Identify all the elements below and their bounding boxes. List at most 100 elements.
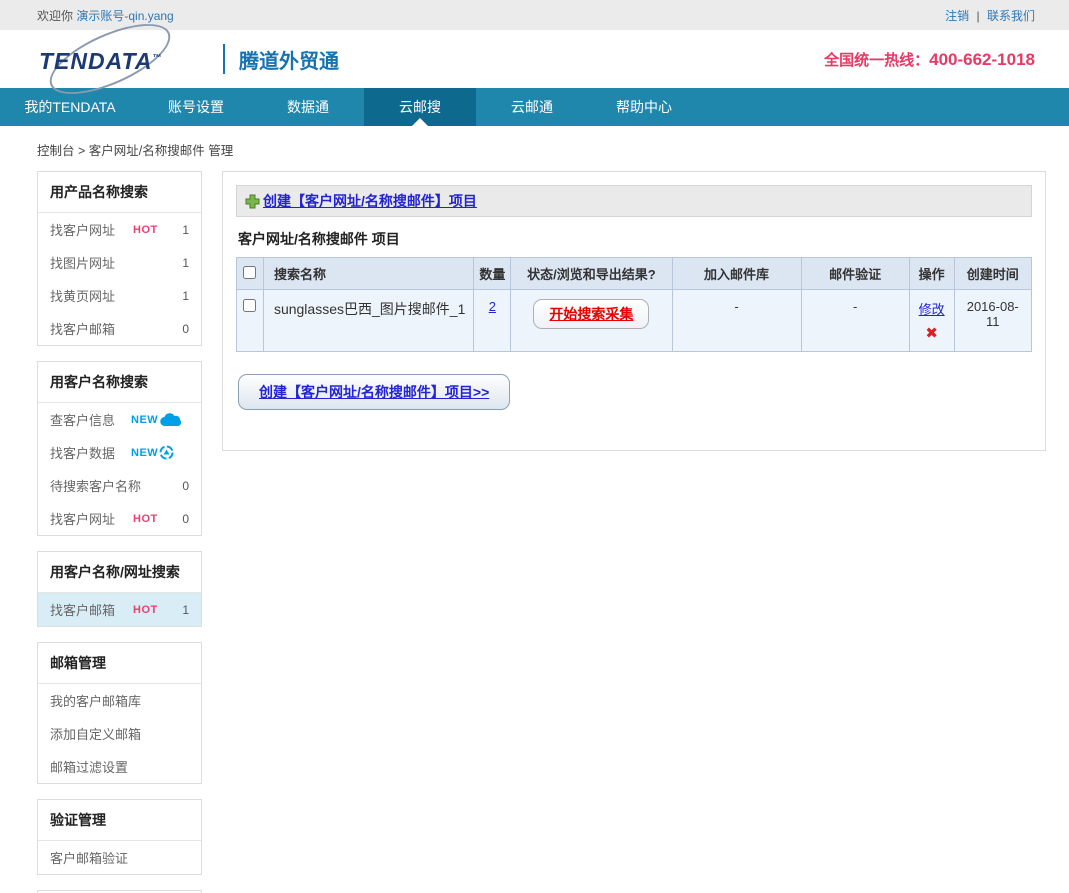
edit-link[interactable]: 修改: [919, 302, 945, 317]
header-checkbox-cell: [237, 258, 264, 290]
item-label: 查客户信息: [50, 410, 115, 429]
header-created-date: 创建时间: [954, 258, 1032, 290]
header-join-mail-lib: 加入邮件库: [672, 258, 801, 290]
select-all-checkbox[interactable]: [243, 266, 256, 279]
welcome-area: 欢迎你 演示账号-qin.yang: [37, 7, 174, 24]
sidebar-item-customer-email-verify[interactable]: 客户邮箱验证: [38, 841, 201, 874]
item-label: 添加自定义邮箱: [50, 724, 141, 743]
create-project-link[interactable]: 创建【客户网址/名称搜邮件】项目: [245, 191, 477, 211]
row-checkbox-cell: [237, 290, 264, 352]
projects-table: 搜索名称 数量 状态/浏览和导出结果? 加入邮件库 邮件验证 操作 创建时间 s…: [236, 257, 1032, 352]
brand-divider: [223, 44, 225, 74]
hot-badge: HOT: [133, 604, 158, 616]
sidebar-item-my-customer-email-lib[interactable]: 我的客户邮箱库: [38, 684, 201, 717]
item-count: 1: [182, 256, 189, 270]
new-badge: NEW: [131, 445, 174, 460]
item-count: 1: [182, 603, 189, 617]
cell-join-mail-lib: -: [672, 290, 801, 352]
item-count: 0: [182, 322, 189, 336]
table-row: sunglasses巴西_图片搜邮件_1 2 开始搜索采集 - - 修改 ✖ 2…: [237, 290, 1032, 352]
create-project-button[interactable]: 创建【客户网址/名称搜邮件】项目>>: [238, 374, 510, 410]
header-mail-verify: 邮件验证: [801, 258, 909, 290]
main-panel: 创建【客户网址/名称搜邮件】项目 客户网址/名称搜邮件 项目 搜索名称 数量 状…: [222, 171, 1046, 451]
header-search-name: 搜索名称: [263, 258, 473, 290]
brand: TENDATA™ 腾道外贸通: [37, 36, 339, 82]
account-link[interactable]: 演示账号-qin.yang: [76, 9, 173, 23]
sidebar-section-customer-name-search: 用客户名称搜索 查客户信息 NEW 找客户数据 NEW: [37, 361, 202, 536]
table-header-row: 搜索名称 数量 状态/浏览和导出结果? 加入邮件库 邮件验证 操作 创建时间: [237, 258, 1032, 290]
item-label: 找黄页网址: [50, 286, 115, 305]
cell-mail-verify: -: [801, 290, 909, 352]
section-title: 邮箱管理: [38, 643, 201, 684]
cell-quantity: 2: [474, 290, 511, 352]
header-status: 状态/浏览和导出结果?: [511, 258, 672, 290]
contact-link[interactable]: 联系我们: [987, 9, 1035, 23]
new-badge: NEW: [131, 413, 181, 427]
salesforce-cloud-icon: [159, 413, 181, 427]
sidebar-item-find-customer-data[interactable]: 找客户数据 NEW: [38, 436, 201, 469]
hotline-number: 400-662-1018: [929, 50, 1035, 69]
hotline-label: 全国统一热线：: [824, 52, 929, 69]
sidebar-item-email-filter-settings[interactable]: 邮箱过滤设置: [38, 750, 201, 783]
item-label: 待搜索客户名称: [50, 476, 141, 495]
logo-text: TENDATA: [39, 48, 152, 74]
hot-badge: HOT: [133, 513, 158, 525]
header-operations: 操作: [909, 258, 954, 290]
product-name: 腾道外贸通: [239, 45, 339, 74]
tab-account-settings[interactable]: 账号设置: [140, 88, 252, 126]
sidebar-item-check-customer-info[interactable]: 查客户信息 NEW: [38, 403, 201, 436]
row-checkbox[interactable]: [243, 299, 256, 312]
link-separator: |: [977, 9, 980, 23]
trademark-symbol: ™: [152, 52, 162, 62]
delete-icon[interactable]: ✖: [916, 324, 948, 342]
main-nav: 我的TENDATA 账号设置 数据通 云邮搜 云邮通 帮助中心: [0, 88, 1069, 126]
session-links: 注销 | 联系我们: [945, 7, 1035, 24]
item-label: 找客户数据: [50, 443, 115, 462]
tab-cloud-mail-search[interactable]: 云邮搜: [364, 88, 476, 126]
plus-icon: [245, 194, 260, 209]
cell-created-date: 2016-08-11: [954, 290, 1032, 352]
tab-help-center[interactable]: 帮助中心: [588, 88, 700, 126]
sidebar-item-find-customer-urls-2[interactable]: 找客户网址 HOT 0: [38, 502, 201, 535]
start-search-collect-button[interactable]: 开始搜索采集: [533, 299, 649, 329]
sidebar: 用产品名称搜索 找客户网址 HOT 1 找图片网址 1 找黄页网址 1 找客户邮…: [37, 171, 202, 893]
item-count: 1: [182, 289, 189, 303]
tab-my-tendata[interactable]: 我的TENDATA: [0, 88, 140, 126]
item-count: 1: [182, 223, 189, 237]
header-quantity: 数量: [474, 258, 511, 290]
item-label: 找图片网址: [50, 253, 115, 272]
create-project-bar: 创建【客户网址/名称搜邮件】项目: [236, 185, 1032, 217]
sidebar-item-add-custom-email[interactable]: 添加自定义邮箱: [38, 717, 201, 750]
item-label: 找客户网址: [50, 220, 115, 239]
sidebar-item-find-customer-urls[interactable]: 找客户网址 HOT 1: [38, 213, 201, 246]
sidebar-item-pending-customer-names[interactable]: 待搜索客户名称 0: [38, 469, 201, 502]
breadcrumb: 控制台 > 客户网址/名称搜邮件 管理: [37, 140, 1069, 159]
section-title: 用客户名称搜索: [38, 362, 201, 403]
section-title: 验证管理: [38, 800, 201, 841]
sidebar-item-find-customer-emails-active[interactable]: 找客户邮箱 HOT 1: [38, 593, 201, 626]
sidebar-section-verification-management: 验证管理 客户邮箱验证: [37, 799, 202, 875]
cell-operations: 修改 ✖: [909, 290, 954, 352]
tab-data-pass[interactable]: 数据通: [252, 88, 364, 126]
circle-triangle-icon: [159, 445, 174, 460]
quantity-link[interactable]: 2: [489, 299, 496, 314]
item-label: 客户邮箱验证: [50, 848, 128, 867]
sidebar-item-find-customer-emails[interactable]: 找客户邮箱 0: [38, 312, 201, 345]
item-label: 邮箱过滤设置: [50, 757, 128, 776]
sidebar-item-find-image-urls[interactable]: 找图片网址 1: [38, 246, 201, 279]
item-label: 找客户邮箱: [50, 319, 115, 338]
logout-link[interactable]: 注销: [945, 9, 969, 23]
item-label: 找客户网址: [50, 509, 115, 528]
tendata-logo: TENDATA™: [37, 36, 197, 82]
cell-search-name: sunglasses巴西_图片搜邮件_1: [263, 290, 473, 352]
item-count: 0: [182, 479, 189, 493]
sidebar-section-name-url-search: 用客户名称/网址搜索 找客户邮箱 HOT 1: [37, 551, 202, 627]
tab-cloud-mail[interactable]: 云邮通: [476, 88, 588, 126]
item-label: 我的客户邮箱库: [50, 691, 141, 710]
sidebar-item-find-yellowpage-urls[interactable]: 找黄页网址 1: [38, 279, 201, 312]
section-title: 用产品名称搜索: [38, 172, 201, 213]
sidebar-section-product-name-search: 用产品名称搜索 找客户网址 HOT 1 找图片网址 1 找黄页网址 1 找客户邮…: [37, 171, 202, 346]
hotline: 全国统一热线：400-662-1018: [824, 49, 1035, 70]
cell-status: 开始搜索采集: [511, 290, 672, 352]
sidebar-section-mailbox-management: 邮箱管理 我的客户邮箱库 添加自定义邮箱 邮箱过滤设置: [37, 642, 202, 784]
